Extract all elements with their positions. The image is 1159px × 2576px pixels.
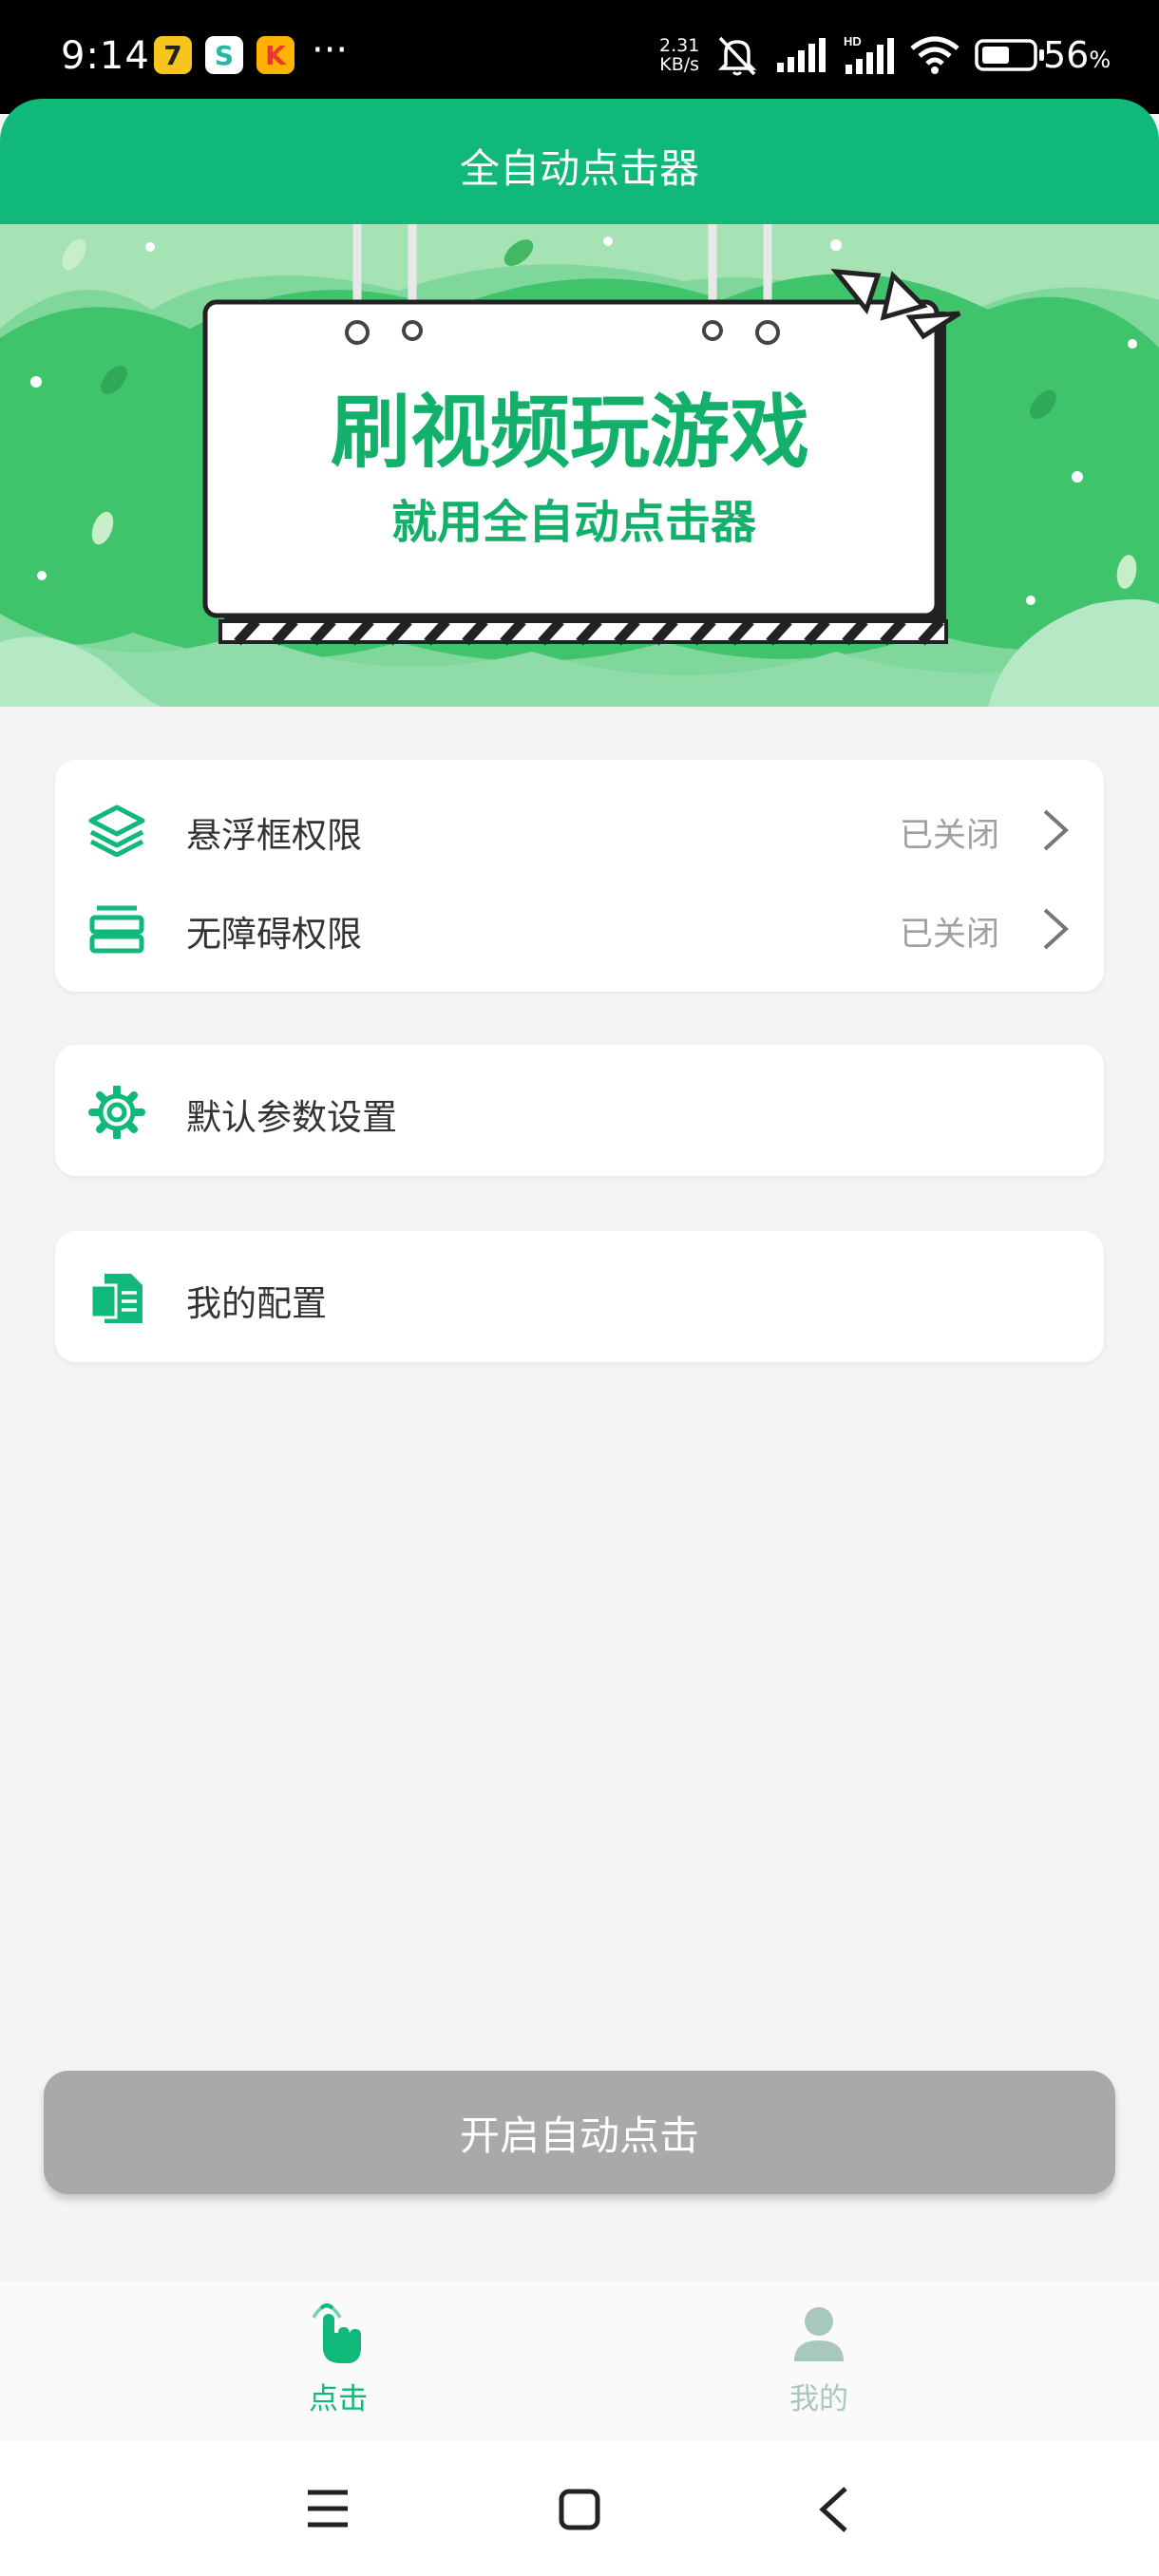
app-7-icon: 7 bbox=[154, 36, 192, 74]
permission-label-overlay: 悬浮框权限 bbox=[186, 815, 362, 856]
start-auto-click-button[interactable]: 开启自动点击 bbox=[44, 2071, 1115, 2194]
network-speed: 2.31 KB/s bbox=[659, 35, 700, 75]
permission-row-overlay[interactable]: 悬浮框权限 已关闭 bbox=[55, 781, 1104, 876]
svg-text:HD: HD bbox=[844, 34, 862, 48]
my-config-label: 我的配置 bbox=[186, 1283, 327, 1324]
permission-label-accessibility: 无障碍权限 bbox=[186, 914, 362, 955]
permission-row-accessibility[interactable]: 无障碍权限 已关闭 bbox=[55, 880, 1104, 975]
document-icon bbox=[89, 1274, 142, 1323]
accessibility-stack-icon bbox=[89, 905, 144, 954]
banner-subline: 就用全自动点击器 bbox=[391, 496, 757, 549]
nav-label-click: 点击 bbox=[309, 2382, 368, 2416]
mute-bell-icon bbox=[717, 36, 757, 76]
signal-icon bbox=[777, 38, 826, 72]
signal-hd-icon: HD bbox=[844, 34, 894, 74]
permission-status-accessibility: 已关闭 bbox=[899, 916, 999, 954]
page-title: 全自动点击器 bbox=[459, 145, 699, 192]
nav-tab-mine[interactable]: 我的 bbox=[724, 2301, 914, 2417]
my-config-card[interactable]: 我的配置 bbox=[55, 1231, 1104, 1362]
default-settings-card[interactable]: 默认参数设置 bbox=[55, 1045, 1104, 1176]
promo-banner: 刷视频玩游戏 就用全自动点击器 bbox=[0, 224, 1159, 707]
wifi-icon bbox=[910, 36, 960, 74]
default-settings-row[interactable]: 默认参数设置 bbox=[55, 1063, 1104, 1158]
app-header: 全自动点击器 bbox=[0, 99, 1159, 224]
nav-label-mine: 我的 bbox=[789, 2382, 848, 2416]
back-icon[interactable] bbox=[817, 2485, 849, 2534]
chevron-right-icon bbox=[1043, 908, 1069, 950]
user-icon bbox=[794, 2307, 844, 2361]
clock: 9:14 bbox=[61, 34, 150, 78]
chevron-right-icon bbox=[1043, 809, 1069, 851]
app-s-icon: S bbox=[205, 36, 243, 74]
system-icons: HD bbox=[714, 34, 1045, 76]
system-navigation-bar bbox=[0, 2441, 1159, 2576]
status-bar: 9:14 7 S K ··· 2.31 KB/s HD 56% bbox=[0, 0, 1159, 114]
permissions-card: 悬浮框权限 已关闭 无障碍权限 已关闭 bbox=[55, 760, 1104, 992]
permission-status-overlay: 已关闭 bbox=[899, 817, 999, 855]
banner-illustration: 刷视频玩游戏 就用全自动点击器 bbox=[0, 224, 1159, 707]
default-settings-label: 默认参数设置 bbox=[186, 1097, 397, 1138]
layers-icon bbox=[88, 805, 145, 857]
more-notifications-icon: ··· bbox=[312, 28, 349, 72]
bottom-nav: 点击 我的 bbox=[0, 2282, 1159, 2441]
notification-app-icons: 7 S K bbox=[154, 36, 294, 74]
banner-headline: 刷视频玩游戏 bbox=[331, 386, 809, 479]
menu-icon[interactable] bbox=[306, 2489, 350, 2529]
battery-percent: 56% bbox=[1043, 34, 1112, 76]
tap-hand-icon bbox=[312, 2303, 361, 2363]
my-config-row[interactable]: 我的配置 bbox=[55, 1249, 1104, 1344]
home-icon[interactable] bbox=[559, 2489, 600, 2530]
nav-tab-click[interactable]: 点击 bbox=[243, 2301, 433, 2417]
battery-icon bbox=[975, 39, 1044, 71]
app-k-icon: K bbox=[256, 36, 294, 74]
gear-icon bbox=[88, 1086, 145, 1139]
